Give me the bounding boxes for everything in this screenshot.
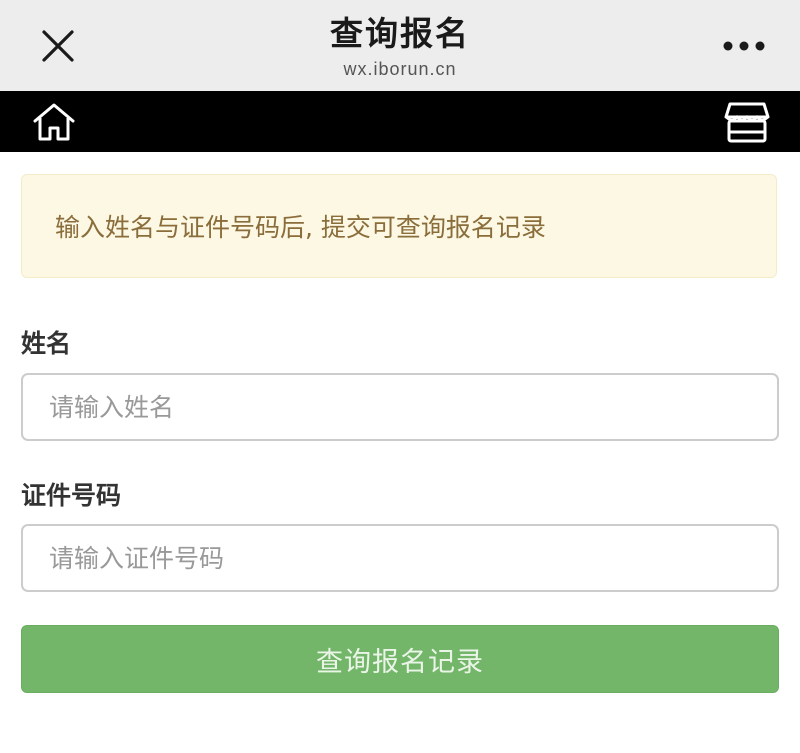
shop-button[interactable] bbox=[720, 99, 774, 145]
title-block: 查询报名 wx.iborun.cn bbox=[200, 10, 600, 80]
close-button[interactable] bbox=[30, 24, 86, 68]
shop-icon bbox=[724, 102, 770, 143]
id-number-input[interactable] bbox=[21, 524, 779, 592]
more-icon bbox=[723, 41, 765, 51]
page-title: 查询报名 bbox=[330, 14, 470, 53]
page-domain: wx.iborun.cn bbox=[343, 59, 457, 79]
title-bar: 查询报名 wx.iborun.cn bbox=[0, 0, 800, 91]
id-number-label: 证件号码 bbox=[21, 481, 122, 510]
home-icon bbox=[33, 103, 75, 141]
name-input[interactable] bbox=[21, 373, 779, 441]
notice-box: 输入姓名与证件号码后, 提交可查询报名记录 bbox=[21, 174, 777, 278]
query-registration-button[interactable]: 查询报名记录 bbox=[21, 625, 779, 693]
more-button[interactable] bbox=[712, 24, 776, 68]
home-button[interactable] bbox=[28, 99, 80, 145]
close-icon bbox=[42, 30, 74, 62]
nav-bar bbox=[0, 91, 800, 152]
name-label: 姓名 bbox=[21, 329, 72, 358]
